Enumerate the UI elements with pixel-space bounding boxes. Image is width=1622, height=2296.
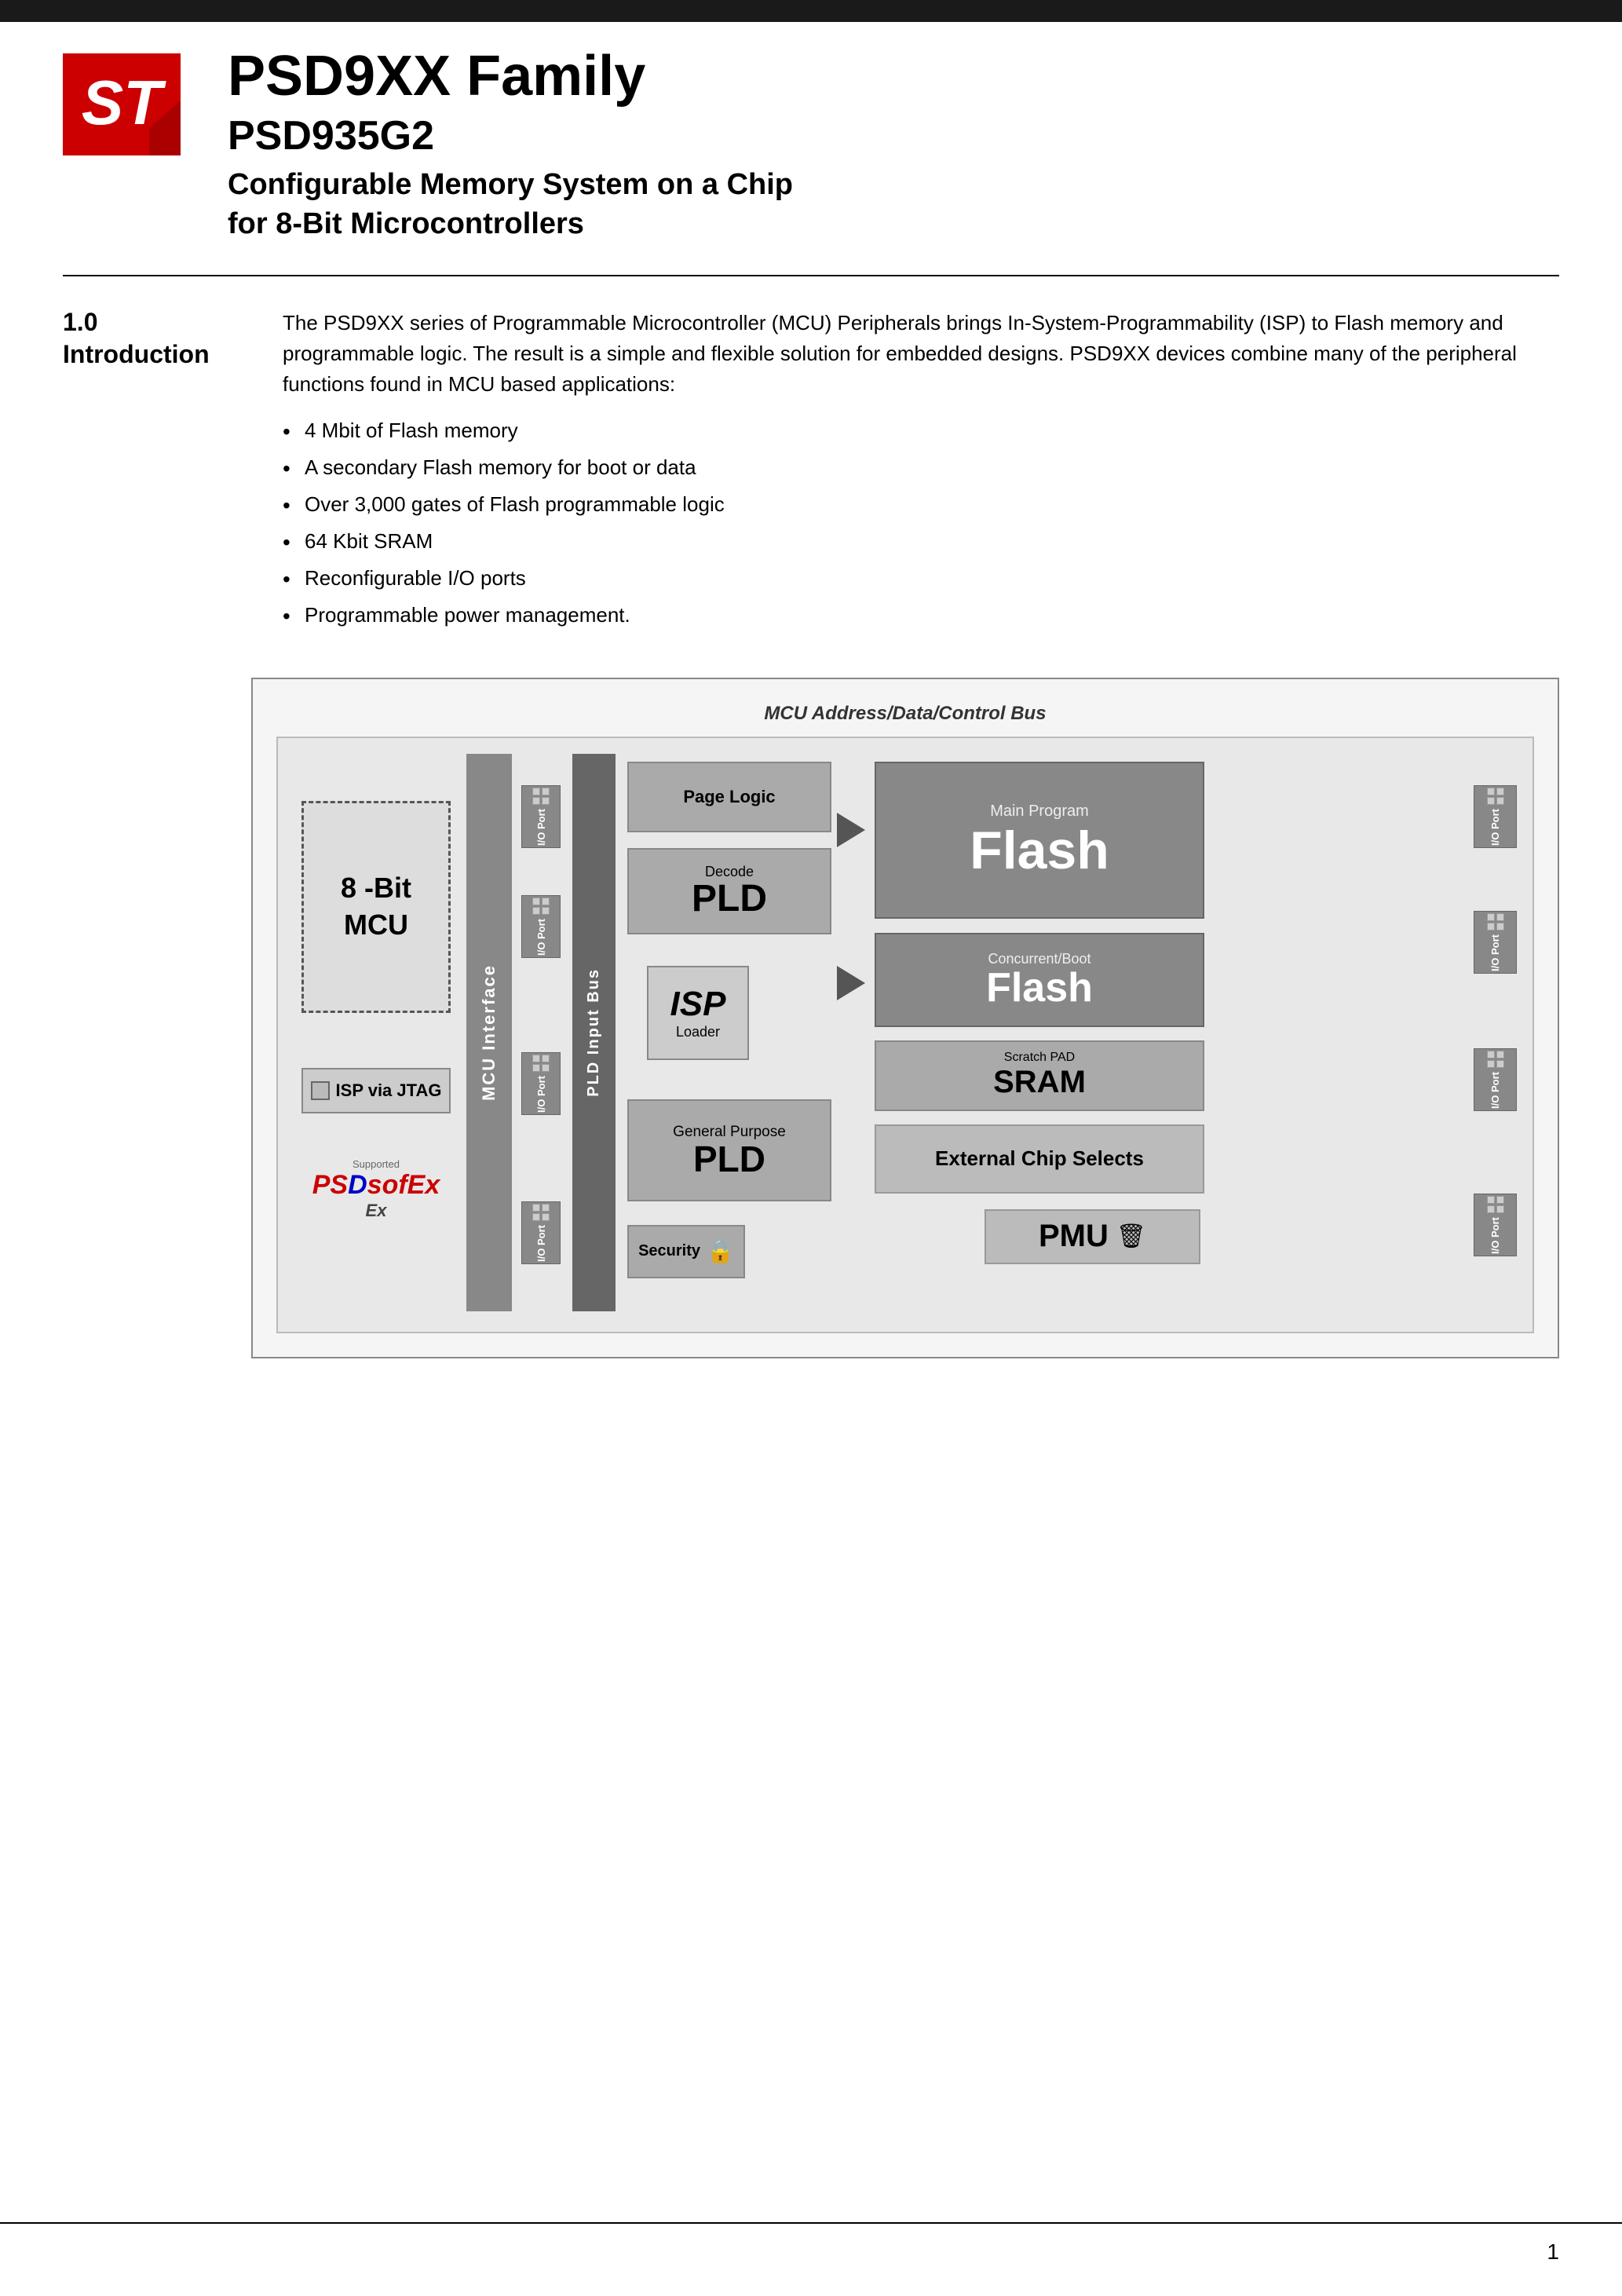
io-grid-4	[532, 1204, 550, 1221]
header-section: ST PSD9XX Family PSD935G2 Configurable M…	[0, 22, 1622, 243]
isp-jtag-box: ISP via JTAG	[301, 1068, 451, 1113]
mcu-interface-bar: MCU Interface	[466, 754, 512, 1311]
section-number: 1.0	[63, 308, 236, 337]
io-port-right-label-4: I/O Port	[1489, 1217, 1501, 1254]
section-label: 1.0 Introduction	[63, 308, 236, 646]
intro-paragraph: The PSD9XX series of Programmable Microc…	[283, 308, 1559, 400]
main-content: 1.0 Introduction The PSD9XX series of Pr…	[0, 276, 1622, 646]
io-port-left-4: I/O Port	[521, 1201, 561, 1264]
ext-chip-selects-box: External Chip Selects	[875, 1124, 1204, 1194]
io-port-right-3: I/O Port	[1474, 1048, 1517, 1111]
io-port-right-4: I/O Port	[1474, 1194, 1517, 1256]
io-grid-2	[532, 898, 550, 915]
pmu-box: PMU 🗑	[985, 1209, 1200, 1264]
st-logo-icon: ST	[63, 53, 181, 155]
mcu-label: 8 -Bit MCU	[341, 870, 411, 944]
block-diagram-container: MCU Address/Data/Control Bus 8 -Bit MCU …	[251, 678, 1559, 1358]
diagram-inner: 8 -Bit MCU ISP via JTAG Supported PSDsof…	[276, 737, 1534, 1333]
logo-area: ST	[63, 53, 181, 159]
io-grid-r2	[1487, 913, 1504, 930]
io-port-right-label-2: I/O Port	[1489, 934, 1501, 971]
io-grid-r3	[1487, 1051, 1504, 1068]
section-title: Introduction	[63, 340, 236, 369]
psd-logo-area: Supported PSDsofEx Ex	[294, 1146, 458, 1233]
io-port-right-label-3: I/O Port	[1489, 1072, 1501, 1109]
title-area: PSD9XX Family PSD935G2 Configurable Memo…	[228, 46, 1559, 243]
security-label: Security	[638, 1242, 700, 1260]
main-program-label: Main Program	[990, 803, 1089, 821]
scratch-pad-label: Scratch PAD	[1004, 1051, 1075, 1065]
mcu-interface-label: MCU Interface	[479, 964, 499, 1101]
security-box: Security 🔒	[627, 1225, 745, 1278]
io-port-label-3: I/O Port	[535, 1076, 547, 1113]
arrow-to-concurrent-flash	[837, 966, 865, 1000]
list-item: 4 Mbit of Flash memory	[283, 415, 1559, 446]
list-item: Programmable power management.	[283, 600, 1559, 631]
io-grid-3	[532, 1055, 550, 1072]
io-grid-r4	[1487, 1196, 1504, 1213]
pmu-label: PMU	[1039, 1219, 1109, 1254]
io-port-right-1: I/O Port	[1474, 785, 1517, 848]
io-port-right-2: I/O Port	[1474, 911, 1517, 974]
mcu-box: 8 -Bit MCU	[301, 801, 451, 1013]
product-family-title: PSD9XX Family	[228, 46, 1559, 108]
io-port-left-3: I/O Port	[521, 1052, 561, 1115]
io-grid-r1	[1487, 788, 1504, 805]
main-flash-box: Main Program Flash	[875, 762, 1204, 919]
header-bar	[0, 0, 1622, 22]
jtag-icon	[311, 1081, 330, 1100]
io-port-right-label-1: I/O Port	[1489, 809, 1501, 846]
decode-pld-box: Decode PLD	[627, 848, 831, 934]
main-flash-label: Flash	[970, 824, 1109, 877]
list-item: A secondary Flash memory for boot or dat…	[283, 452, 1559, 483]
io-grid-1	[532, 788, 550, 805]
gp-pld-box: General Purpose PLD	[627, 1099, 831, 1201]
isp-box: ISP Loader	[647, 966, 749, 1060]
supported-label: Supported	[353, 1158, 400, 1170]
pld-input-bus-label: PLD Input Bus	[585, 968, 603, 1097]
pld-input-bus-bar: PLD Input Bus	[572, 754, 616, 1311]
io-port-left-1: I/O Port	[521, 785, 561, 848]
section-body: The PSD9XX series of Programmable Microc…	[283, 308, 1559, 646]
loader-label: Loader	[676, 1024, 720, 1040]
psd-logo-ext: Ex	[366, 1201, 387, 1221]
isp-jtag-label: ISP via JTAG	[336, 1080, 442, 1101]
footer: 1	[0, 2222, 1622, 2265]
ext-chip-selects-label: External Chip Selects	[935, 1146, 1144, 1171]
isp-label: ISP	[670, 985, 726, 1024]
psd-logo: PSDsofEx	[312, 1170, 440, 1201]
sram-box: Scratch PAD SRAM	[875, 1040, 1204, 1111]
list-item: Over 3,000 gates of Flash programmable l…	[283, 489, 1559, 520]
io-port-label-1: I/O Port	[535, 809, 547, 846]
io-port-label-2: I/O Port	[535, 919, 547, 956]
page-number: 1	[1547, 2239, 1559, 2265]
pld-label: PLD	[692, 880, 767, 918]
io-port-left-2: I/O Port	[521, 895, 561, 958]
feature-list: 4 Mbit of Flash memory A secondary Flash…	[283, 415, 1559, 631]
page-logic-box: Page Logic	[627, 762, 831, 832]
concurrent-flash-box: Concurrent/Boot Flash	[875, 933, 1204, 1027]
page-logic-label: Page Logic	[683, 787, 775, 807]
list-item: Reconfigurable I/O ports	[283, 563, 1559, 594]
arrow-to-main-flash	[837, 813, 865, 847]
concurrent-flash-label: Flash	[986, 967, 1093, 1008]
list-item: 64 Kbit SRAM	[283, 526, 1559, 557]
bus-label: MCU Address/Data/Control Bus	[276, 703, 1534, 725]
sram-label: SRAM	[993, 1065, 1086, 1100]
product-number: PSD935G2	[228, 112, 1559, 159]
io-port-label-4: I/O Port	[535, 1225, 547, 1262]
gp-pld-label: PLD	[693, 1141, 765, 1177]
product-description: Configurable Memory System on a Chip for…	[228, 166, 1559, 243]
lock-icon: 🔒	[707, 1238, 734, 1264]
pmu-icon: 🗑	[1116, 1223, 1146, 1250]
